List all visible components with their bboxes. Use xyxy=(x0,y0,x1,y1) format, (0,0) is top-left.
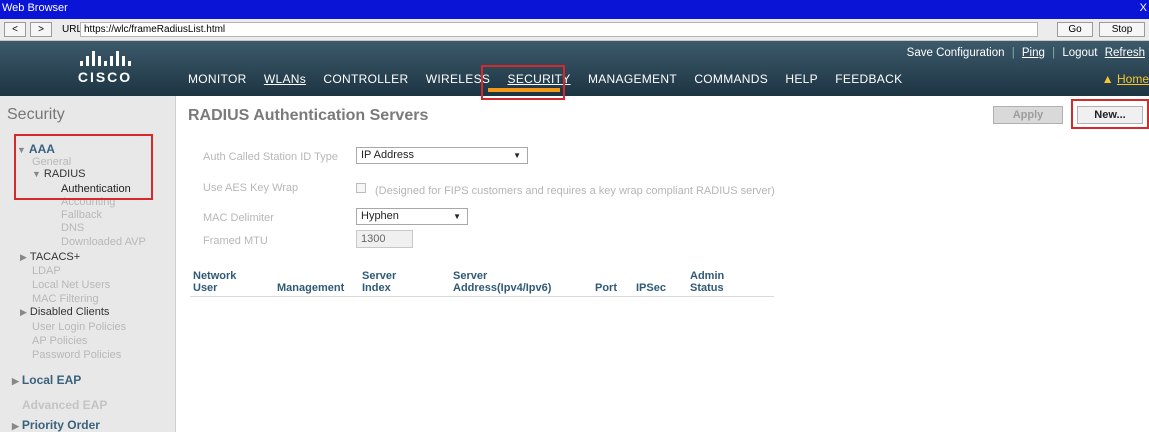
col-network-user[interactable]: Network User xyxy=(193,270,236,294)
sidebar-item-ldap[interactable]: LDAP xyxy=(32,265,61,277)
table-header-divider xyxy=(190,296,774,297)
menu-feedback[interactable]: FEEDBACK xyxy=(835,72,902,86)
highlight-new-button xyxy=(1071,99,1149,129)
forward-button[interactable]: > xyxy=(30,22,52,37)
sidebar-title: Security xyxy=(7,106,65,123)
auth-called-station-value: IP Address xyxy=(361,149,414,161)
refresh-link[interactable]: Refresh xyxy=(1105,47,1145,59)
col-management[interactable]: Management xyxy=(277,282,344,294)
mac-delimiter-value: Hyphen xyxy=(361,210,399,222)
ping-link[interactable]: Ping xyxy=(1022,47,1045,59)
cisco-bars-icon xyxy=(60,51,150,66)
aes-key-wrap-label: Use AES Key Wrap xyxy=(203,182,299,194)
framed-mtu-input[interactable]: 1300 xyxy=(356,230,413,248)
caret-right-icon: ▶ xyxy=(12,421,19,431)
sidebar-item-password-policies[interactable]: Password Policies xyxy=(32,349,121,361)
col-ipsec[interactable]: IPSec xyxy=(636,282,666,294)
home-label: Home xyxy=(1116,72,1149,86)
caret-right-icon: ▶ xyxy=(20,307,27,317)
stop-button[interactable]: Stop xyxy=(1099,22,1145,37)
menu-controller[interactable]: CONTROLLER xyxy=(323,72,408,86)
col-server-index[interactable]: Server Index xyxy=(362,270,396,294)
chevron-down-icon: ▼ xyxy=(513,151,521,160)
logout-link[interactable]: Logout xyxy=(1062,47,1097,59)
mac-delimiter-label: MAC Delimiter xyxy=(203,212,274,224)
logo-word: CISCO xyxy=(77,69,133,85)
sidebar-item-user-login-policies[interactable]: User Login Policies xyxy=(32,321,126,333)
url-label: URL xyxy=(62,24,83,35)
col-admin-status[interactable]: Admin Status xyxy=(690,270,724,294)
home-icon: ▲ xyxy=(1101,72,1114,86)
window-title: Web Browser xyxy=(2,2,68,14)
sidebar-item-priority-order[interactable]: ▶ Priority Order xyxy=(12,418,100,432)
menu-commands[interactable]: COMMANDS xyxy=(694,72,768,86)
sidebar-item-advanced-eap[interactable]: Advanced EAP xyxy=(22,398,107,412)
go-button[interactable]: Go xyxy=(1057,22,1093,37)
sidebar-item-tacacs[interactable]: ▶ TACACS+ xyxy=(20,251,80,263)
sidebar-item-mac-filtering[interactable]: MAC Filtering xyxy=(32,293,99,305)
menu-monitor[interactable]: MONITOR xyxy=(188,72,247,86)
caret-right-icon: ▶ xyxy=(12,376,19,386)
url-input[interactable]: https://wlc/frameRadiusList.html xyxy=(80,22,1038,37)
col-server-address[interactable]: Server Address(Ipv4/Ipv6) xyxy=(453,270,551,294)
menu-help[interactable]: HELP xyxy=(785,72,818,86)
sidebar-item-disabled-clients[interactable]: ▶ Disabled Clients xyxy=(20,306,109,318)
sidebar-item-fallback[interactable]: Fallback xyxy=(61,209,102,221)
back-button[interactable]: < xyxy=(4,22,26,37)
aes-key-wrap-note: (Designed for FIPS customers and require… xyxy=(375,185,775,197)
top-links: Save Configuration | Ping | Logout Refre… xyxy=(906,47,1145,59)
chevron-down-icon: ▼ xyxy=(453,212,461,221)
apply-button[interactable]: Apply xyxy=(993,106,1063,124)
menu-wlans[interactable]: WLANs xyxy=(264,72,306,86)
app-header: CISCO Save Configuration | Ping | Logout… xyxy=(0,41,1149,96)
aes-key-wrap-checkbox[interactable] xyxy=(356,183,366,193)
auth-called-station-label: Auth Called Station ID Type xyxy=(203,151,338,163)
auth-called-station-select[interactable]: IP Address ▼ xyxy=(356,147,528,164)
sidebar-item-local-eap[interactable]: ▶ Local EAP xyxy=(12,373,81,387)
browser-titlebar: Web Browser X xyxy=(0,0,1149,19)
close-icon[interactable]: X xyxy=(1140,2,1147,14)
mac-delimiter-select[interactable]: Hyphen ▼ xyxy=(356,208,468,225)
page-title: RADIUS Authentication Servers xyxy=(188,107,429,124)
caret-right-icon: ▶ xyxy=(20,252,27,262)
browser-url-bar: < > URL https://wlc/frameRadiusList.html… xyxy=(0,19,1149,41)
home-link[interactable]: ▲ Home xyxy=(1102,72,1149,86)
sidebar-item-local-net-users[interactable]: Local Net Users xyxy=(32,279,110,291)
sidebar-item-dns[interactable]: DNS xyxy=(61,222,84,234)
highlight-aaa-radius xyxy=(14,134,153,200)
menu-management[interactable]: MANAGEMENT xyxy=(588,72,677,86)
col-port[interactable]: Port xyxy=(595,282,617,294)
sidebar-item-downloaded-avp[interactable]: Downloaded AVP xyxy=(61,236,146,248)
highlight-security-tab xyxy=(481,65,565,100)
sidebar-item-ap-policies[interactable]: AP Policies xyxy=(32,335,87,347)
cisco-logo[interactable]: CISCO xyxy=(60,51,150,91)
save-configuration-link[interactable]: Save Configuration xyxy=(907,47,1005,59)
framed-mtu-label: Framed MTU xyxy=(203,235,268,247)
